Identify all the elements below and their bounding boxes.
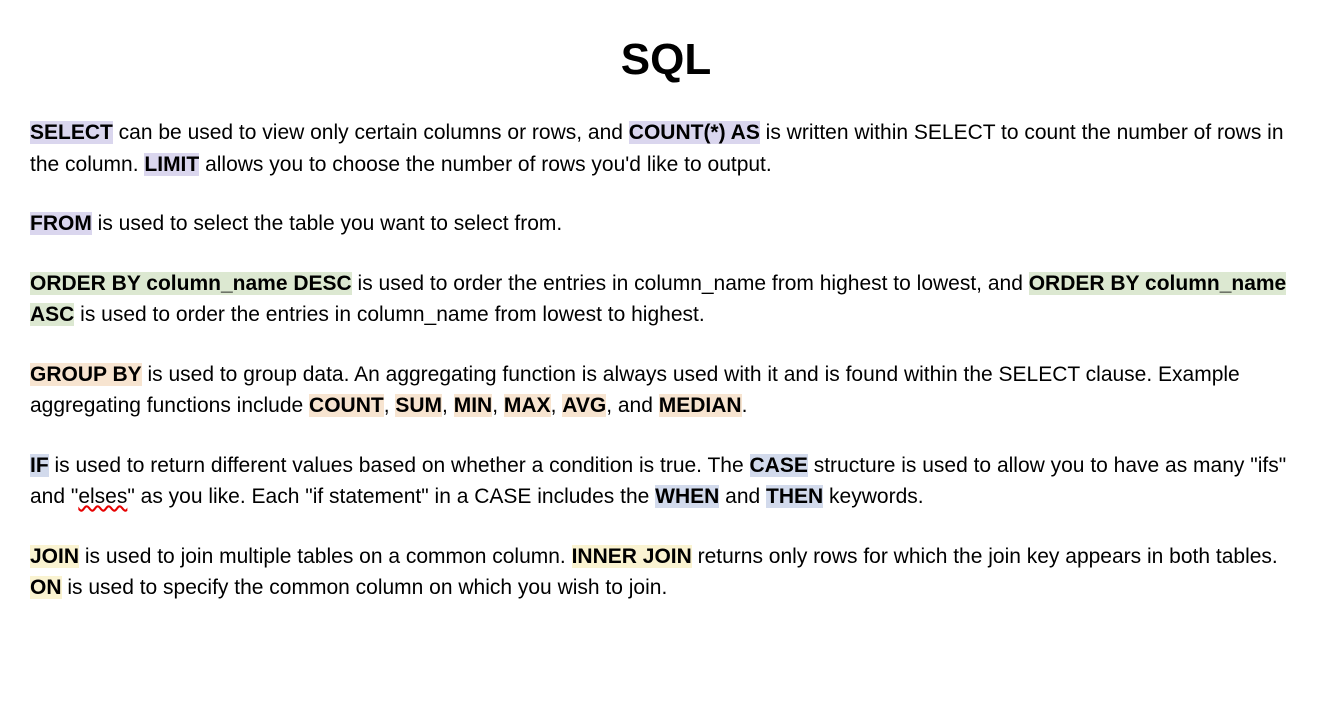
text: allows you to choose the number of rows … <box>199 153 772 176</box>
paragraph-from: FROM is used to select the table you wan… <box>30 208 1302 240</box>
paragraph-if-case: IF is used to return different values ba… <box>30 450 1302 513</box>
keyword-on: ON <box>30 576 62 599</box>
spellcheck-underline: elses <box>78 485 127 508</box>
keyword-when: WHEN <box>655 485 719 508</box>
paragraph-orderby: ORDER BY column_name DESC is used to ord… <box>30 268 1302 331</box>
text: can be used to view only certain columns… <box>113 121 629 144</box>
keyword-orderby-desc: ORDER BY column_name DESC <box>30 272 352 295</box>
keyword-if: IF <box>30 454 49 477</box>
text: , <box>442 394 454 417</box>
text: is used to specify the common column on … <box>62 576 668 599</box>
keyword-limit: LIMIT <box>144 153 199 176</box>
keyword-case: CASE <box>750 454 808 477</box>
keyword-sum: SUM <box>395 394 442 417</box>
page-title: SQL <box>30 35 1302 85</box>
keyword-from: FROM <box>30 212 92 235</box>
text: is used to join multiple tables on a com… <box>79 545 572 568</box>
text: is used to return different values based… <box>49 454 750 477</box>
keyword-avg: AVG <box>562 394 606 417</box>
keyword-count: COUNT <box>309 394 384 417</box>
keyword-count-as: COUNT(*) AS <box>629 121 760 144</box>
keyword-max: MAX <box>504 394 551 417</box>
text: , <box>492 394 504 417</box>
text: and <box>719 485 766 508</box>
text: , and <box>606 394 659 417</box>
paragraph-select: SELECT can be used to view only certain … <box>30 117 1302 180</box>
paragraph-join: JOIN is used to join multiple tables on … <box>30 541 1302 604</box>
text: . <box>742 394 748 417</box>
text: returns only rows for which the join key… <box>692 545 1278 568</box>
text: keywords. <box>823 485 923 508</box>
text: , <box>384 394 396 417</box>
keyword-median: MEDIAN <box>659 394 742 417</box>
paragraph-groupby: GROUP BY is used to group data. An aggre… <box>30 359 1302 422</box>
text: is used to order the entries in column_n… <box>352 272 1029 295</box>
keyword-join: JOIN <box>30 545 79 568</box>
keyword-inner-join: INNER JOIN <box>572 545 692 568</box>
text: " as you like. Each "if statement" in a … <box>127 485 655 508</box>
text: , <box>551 394 563 417</box>
text: is used to order the entries in column_n… <box>74 303 704 326</box>
keyword-min: MIN <box>454 394 493 417</box>
keyword-then: THEN <box>766 485 823 508</box>
text: is used to select the table you want to … <box>92 212 562 235</box>
keyword-groupby: GROUP BY <box>30 363 142 386</box>
keyword-select: SELECT <box>30 121 113 144</box>
